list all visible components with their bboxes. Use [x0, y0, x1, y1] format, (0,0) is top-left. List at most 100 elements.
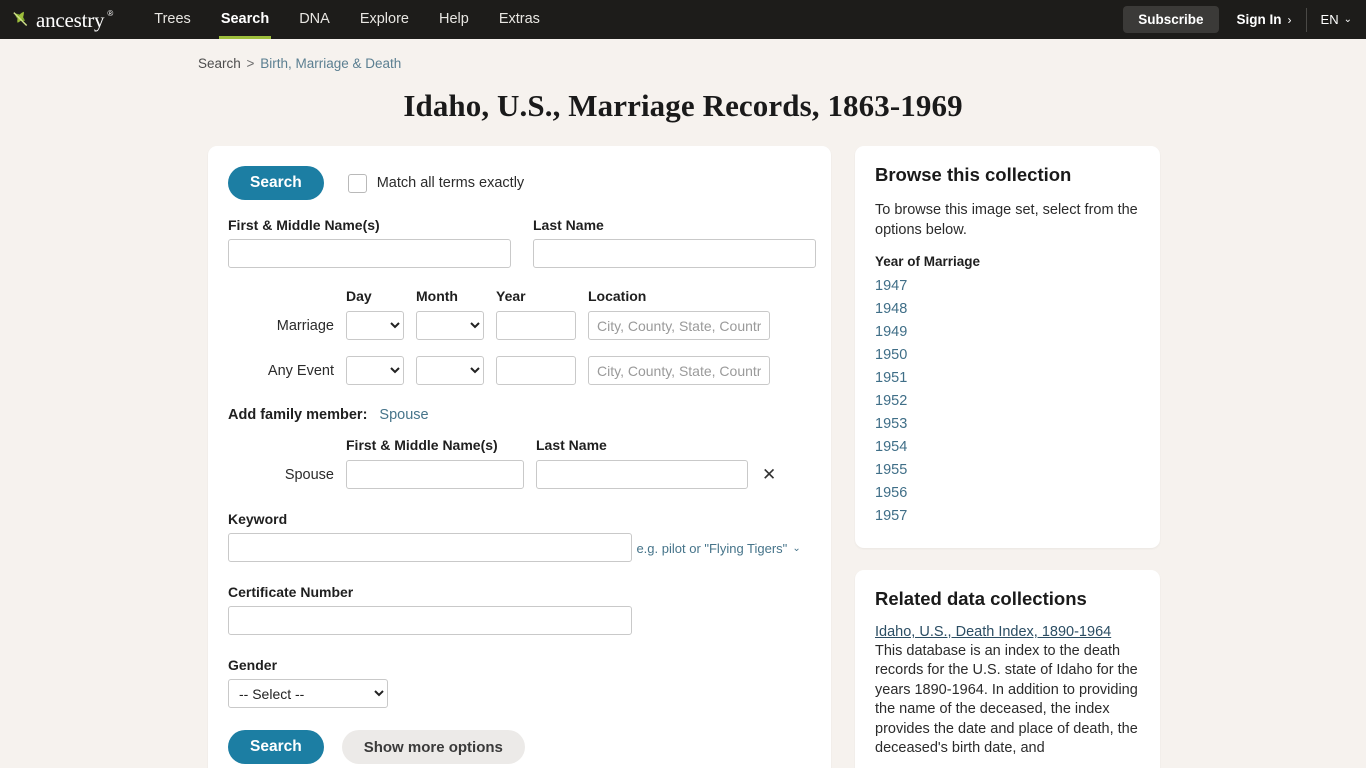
marriage-location-input[interactable] — [588, 311, 770, 340]
related-collection-description: This database is an index to the death r… — [875, 643, 1138, 757]
spouse-row-label: Spouse — [284, 466, 334, 483]
spouse-first-name-header: First & Middle Name(s) — [346, 437, 498, 453]
match-exact-label: Match all terms exactly — [376, 175, 525, 191]
chevron-right-icon: › — [1287, 12, 1292, 27]
last-name-label: Last Name — [533, 217, 604, 233]
sidebar: Browse this collection To browse this im… — [855, 146, 1160, 768]
spouse-input-row: Spouse ✕ — [228, 460, 809, 489]
chevron-down-icon: ⌄ — [792, 542, 801, 554]
ancestry-logo[interactable]: ancestry ® — [12, 9, 113, 31]
nav-right-group: Subscribe Sign In › EN ⌄ — [1123, 6, 1352, 33]
year-link[interactable]: 1953 — [875, 413, 1140, 436]
keyword-input[interactable] — [228, 533, 632, 562]
spouse-first-name-input[interactable] — [346, 460, 524, 489]
top-navigation-bar: ancestry ® Trees Search DNA Explore Help… — [0, 0, 1366, 39]
breadcrumb-root[interactable]: Search — [198, 56, 241, 71]
remove-spouse-icon[interactable]: ✕ — [762, 466, 776, 483]
related-collections-card: Related data collections Idaho, U.S., De… — [855, 570, 1160, 768]
year-link[interactable]: 1952 — [875, 390, 1140, 413]
breadcrumb-separator: > — [246, 56, 255, 71]
certificate-number-input[interactable] — [228, 606, 632, 635]
location-column-header: Location — [588, 288, 647, 304]
browse-collection-description: To browse this image set, select from th… — [875, 202, 1138, 238]
search-button-bottom[interactable]: Search — [228, 730, 324, 764]
marriage-month-select[interactable] — [416, 311, 484, 340]
leaf-icon — [13, 11, 28, 26]
trademark-symbol: ® — [107, 9, 114, 18]
nav-item-trees[interactable]: Trees — [139, 0, 206, 39]
year-of-marriage-subhead: Year of Marriage — [875, 254, 981, 269]
keyword-hint-text: e.g. pilot or "Flying Tigers" — [636, 540, 788, 556]
year-link[interactable]: 1954 — [875, 436, 1140, 459]
nav-item-explore[interactable]: Explore — [345, 0, 424, 39]
nav-item-help[interactable]: Help — [424, 0, 484, 39]
page-body: Search Match all terms exactly First & M… — [0, 124, 1366, 768]
search-button-top[interactable]: Search — [228, 166, 324, 200]
any-event-date-row: Any Event — [228, 356, 809, 385]
add-family-member-line: Add family member: Spouse — [228, 407, 809, 423]
marriage-year-input[interactable] — [496, 311, 576, 340]
main-nav-links: Trees Search DNA Explore Help Extras — [139, 0, 555, 39]
first-name-group: First & Middle Name(s) — [228, 217, 511, 268]
year-link[interactable]: 1948 — [875, 298, 1140, 321]
day-column-header: Day — [346, 288, 372, 304]
year-link[interactable]: 1956 — [875, 482, 1140, 505]
any-event-year-input[interactable] — [496, 356, 576, 385]
nav-item-dna[interactable]: DNA — [284, 0, 345, 39]
browse-collection-card: Browse this collection To browse this im… — [855, 146, 1160, 548]
certificate-number-label: Certificate Number — [228, 584, 354, 600]
show-more-options-button[interactable]: Show more options — [341, 730, 525, 764]
add-spouse-link[interactable]: Spouse — [379, 407, 428, 423]
year-link[interactable]: 1955 — [875, 459, 1140, 482]
subscribe-button[interactable]: Subscribe — [1123, 6, 1219, 33]
year-link[interactable]: 1947 — [875, 275, 1140, 298]
related-collections-title: Related data collections — [875, 588, 1087, 609]
logo-wordmark: ancestry — [36, 8, 105, 32]
add-family-member-label: Add family member: — [228, 407, 368, 423]
first-name-input[interactable] — [228, 239, 511, 268]
keyword-label: Keyword — [228, 511, 288, 527]
match-exact-checkbox[interactable] — [347, 173, 367, 193]
breadcrumb-current[interactable]: Birth, Marriage & Death — [260, 56, 401, 71]
browse-collection-title: Browse this collection — [875, 164, 1072, 185]
certificate-group: Certificate Number — [228, 584, 809, 635]
year-column-header: Year — [496, 288, 526, 304]
gender-select[interactable]: -- Select -- — [228, 679, 388, 708]
language-selector[interactable]: EN ⌄ — [1307, 12, 1352, 27]
page-title: Idaho, U.S., Marriage Records, 1863-1969 — [403, 88, 963, 123]
last-name-input[interactable] — [533, 239, 816, 268]
keyword-hint-toggle[interactable]: e.g. pilot or "Flying Tigers" ⌄ — [636, 541, 800, 556]
marriage-row-label: Marriage — [276, 317, 334, 334]
nav-item-search[interactable]: Search — [206, 0, 284, 39]
year-link[interactable]: 1950 — [875, 344, 1140, 367]
date-grid-headers: Day Month Year Location — [228, 288, 809, 304]
search-form-card: Search Match all terms exactly First & M… — [208, 146, 831, 768]
language-label: EN — [1320, 12, 1339, 27]
any-event-row-label: Any Event — [267, 362, 334, 379]
match-exact-checkbox-wrapper[interactable]: Match all terms exactly — [347, 173, 525, 193]
any-event-day-select[interactable] — [346, 356, 404, 385]
gender-label: Gender — [228, 657, 278, 673]
form-action-buttons: Search Show more options — [228, 730, 809, 764]
sign-in-button[interactable]: Sign In › — [1219, 7, 1307, 32]
year-link[interactable]: 1957 — [875, 505, 1140, 528]
nav-item-extras[interactable]: Extras — [484, 0, 555, 39]
related-collection-link[interactable]: Idaho, U.S., Death Index, 1890-1964 — [875, 624, 1140, 640]
any-event-location-input[interactable] — [588, 356, 770, 385]
first-name-label: First & Middle Name(s) — [228, 217, 380, 233]
spouse-last-name-input[interactable] — [536, 460, 748, 489]
marriage-day-select[interactable] — [346, 311, 404, 340]
year-link[interactable]: 1949 — [875, 321, 1140, 344]
breadcrumb: Search > Birth, Marriage & Death — [0, 39, 1366, 71]
last-name-group: Last Name — [533, 217, 816, 268]
marriage-date-row: Marriage — [228, 311, 809, 340]
chevron-down-icon: ⌄ — [1343, 14, 1352, 25]
search-top-row: Search Match all terms exactly — [228, 166, 809, 200]
any-event-month-select[interactable] — [416, 356, 484, 385]
spouse-last-name-header: Last Name — [536, 437, 607, 453]
month-column-header: Month — [416, 288, 458, 304]
sign-in-label: Sign In — [1236, 11, 1282, 27]
keyword-group: Keyword e.g. pilot or "Flying Tigers" ⌄ — [228, 511, 809, 562]
spouse-grid-headers: First & Middle Name(s) Last Name — [228, 437, 809, 453]
year-link[interactable]: 1951 — [875, 367, 1140, 390]
